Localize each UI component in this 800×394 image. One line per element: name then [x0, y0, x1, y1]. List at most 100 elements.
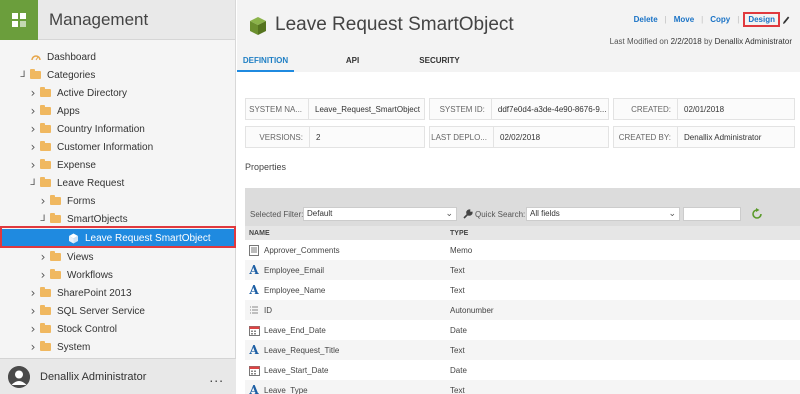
- table-row[interactable]: ID Autonumber: [245, 300, 800, 320]
- refresh-icon[interactable]: [751, 208, 763, 220]
- sidebar-item[interactable]: › Stock Control: [0, 320, 236, 338]
- property-name: Leave_Start_Date: [264, 365, 329, 375]
- sidebar-item[interactable]: Leave Request SmartObject: [0, 229, 236, 247]
- avatar[interactable]: [8, 365, 30, 388]
- chevron-right-icon[interactable]: ›: [28, 340, 38, 354]
- sidebar-item-label: SQL Server Service: [57, 305, 145, 317]
- sidebar-item[interactable]: › Workflows: [0, 266, 236, 284]
- column-name-header[interactable]: NAME: [245, 230, 450, 237]
- table-row[interactable]: A Employee_Name Text: [245, 280, 800, 300]
- collapse-icon[interactable]: ⅃: [28, 178, 38, 188]
- property-name-cell: A Leave_Request_Title: [245, 343, 450, 357]
- sidebar-item-label: Categories: [47, 69, 96, 81]
- chevron-right-icon[interactable]: ›: [38, 194, 48, 208]
- folder-icon: [40, 105, 51, 115]
- chevron-right-icon[interactable]: ›: [28, 286, 38, 300]
- property-type: Date: [450, 325, 467, 335]
- copy-button[interactable]: Copy: [703, 15, 737, 24]
- collapse-icon[interactable]: ⅃: [18, 70, 28, 80]
- sidebar-item[interactable]: › SQL Server Service: [0, 302, 236, 320]
- chevron-right-icon[interactable]: ›: [28, 304, 38, 318]
- app-grid-icon[interactable]: [0, 0, 38, 40]
- chevron-down-icon: ⌄: [445, 209, 453, 219]
- pencil-icon[interactable]: [782, 15, 790, 25]
- system-id-value: ddf7e0d4-a3de-4e90-8676-9...: [497, 104, 607, 114]
- more-options-icon[interactable]: ...: [209, 369, 224, 385]
- search-field-select[interactable]: All fields ⌄: [526, 207, 680, 221]
- sidebar-item[interactable]: › Country Information: [0, 120, 236, 138]
- sidebar-item[interactable]: › SharePoint 2013: [0, 284, 236, 302]
- sidebar-item[interactable]: › Forms: [0, 192, 236, 210]
- folder-icon: [50, 195, 61, 205]
- sidebar-item[interactable]: › Views: [0, 248, 236, 266]
- sidebar-item[interactable]: › Expense: [0, 156, 236, 174]
- chevron-right-icon[interactable]: ›: [28, 158, 38, 172]
- created-by-cell: CREATED BY: Denallix Administrator: [613, 126, 795, 148]
- table-row[interactable]: Leave_Start_Date Date: [245, 360, 800, 380]
- property-type: Text: [450, 265, 465, 275]
- selected-filter-label: Selected Filter:: [250, 210, 304, 219]
- system-id-label: SYSTEM ID:: [430, 99, 492, 119]
- property-type: Date: [450, 365, 467, 375]
- table-row[interactable]: Approver_Comments Memo: [245, 240, 800, 260]
- last-deploy-value: 02/02/2018: [500, 132, 541, 142]
- created-by-value: Denallix Administrator: [684, 132, 762, 142]
- wrench-icon[interactable]: [463, 209, 473, 219]
- filter-select[interactable]: Default ⌄: [303, 207, 457, 221]
- collapse-icon[interactable]: ⅃: [38, 214, 48, 224]
- property-name-cell: A Employee_Name: [245, 283, 450, 297]
- property-name-cell: A Leave_Type: [245, 383, 450, 394]
- chevron-down-icon: ⌄: [668, 209, 676, 219]
- chevron-right-icon[interactable]: ›: [28, 140, 38, 154]
- sidebar-item[interactable]: › Customer Information: [0, 138, 236, 156]
- chevron-right-icon[interactable]: ›: [28, 86, 38, 100]
- folder-icon: [50, 269, 61, 279]
- chevron-right-icon[interactable]: ›: [38, 268, 48, 282]
- user-footer[interactable]: Denallix Administrator ...: [0, 358, 236, 394]
- modified-by: Denallix Administrator: [714, 37, 792, 46]
- modified-by-prefix: by: [703, 37, 713, 46]
- tab-definition[interactable]: DEFINITION: [237, 50, 294, 72]
- move-button[interactable]: Move: [667, 15, 701, 24]
- tab-bar: DEFINITION API SECURITY: [237, 50, 468, 72]
- last-deploy-cell: LAST DEPLO... 02/02/2018: [429, 126, 609, 148]
- property-name-cell: Leave_Start_Date: [245, 364, 450, 376]
- tab-security[interactable]: SECURITY: [411, 50, 468, 72]
- property-name: Approver_Comments: [264, 245, 340, 255]
- page-title: Leave Request SmartObject: [275, 14, 514, 35]
- sidebar-item-label: Country Information: [57, 123, 145, 135]
- chevron-right-icon[interactable]: ›: [38, 250, 48, 264]
- quick-search-input[interactable]: [683, 207, 741, 221]
- folder-icon: [40, 159, 51, 169]
- chevron-right-icon[interactable]: ›: [28, 322, 38, 336]
- sidebar-item-label: Views: [67, 251, 94, 263]
- folder-icon: [30, 69, 41, 79]
- table-row[interactable]: A Leave_Request_Title Text: [245, 340, 800, 360]
- sidebar-item[interactable]: › System: [0, 338, 236, 356]
- property-type: Autonumber: [450, 305, 494, 315]
- table-header: NAME TYPE: [245, 226, 800, 240]
- property-type: Memo: [450, 245, 473, 255]
- table-row[interactable]: A Leave_Type Text: [245, 380, 800, 394]
- design-button[interactable]: Design: [743, 12, 780, 27]
- table-row[interactable]: Leave_End_Date Date: [245, 320, 800, 340]
- chevron-right-icon[interactable]: ›: [28, 122, 38, 136]
- sidebar-item[interactable]: ⅃ Categories: [0, 66, 236, 84]
- tab-api[interactable]: API: [324, 50, 381, 72]
- text-icon: A: [249, 383, 259, 394]
- sidebar-item[interactable]: › Apps: [0, 102, 236, 120]
- versions-label: VERSIONS:: [246, 127, 310, 147]
- folder-icon: [40, 323, 51, 333]
- sidebar-item-label: Leave Request SmartObject: [85, 232, 211, 244]
- sidebar-item[interactable]: Dashboard: [0, 48, 236, 66]
- column-type-header[interactable]: TYPE: [450, 230, 468, 237]
- table-row[interactable]: A Employee_Email Text: [245, 260, 800, 280]
- chevron-right-icon[interactable]: ›: [28, 104, 38, 118]
- delete-button[interactable]: Delete: [627, 15, 665, 24]
- sidebar-item[interactable]: ⅃ SmartObjects: [0, 210, 236, 228]
- sidebar-item-label: Customer Information: [57, 141, 154, 153]
- sidebar-item[interactable]: › Active Directory: [0, 84, 236, 102]
- sidebar-item[interactable]: ⅃ Leave Request: [0, 174, 236, 192]
- property-name: Employee_Name: [264, 285, 326, 295]
- sidebar-item-label: Leave Request: [57, 177, 125, 189]
